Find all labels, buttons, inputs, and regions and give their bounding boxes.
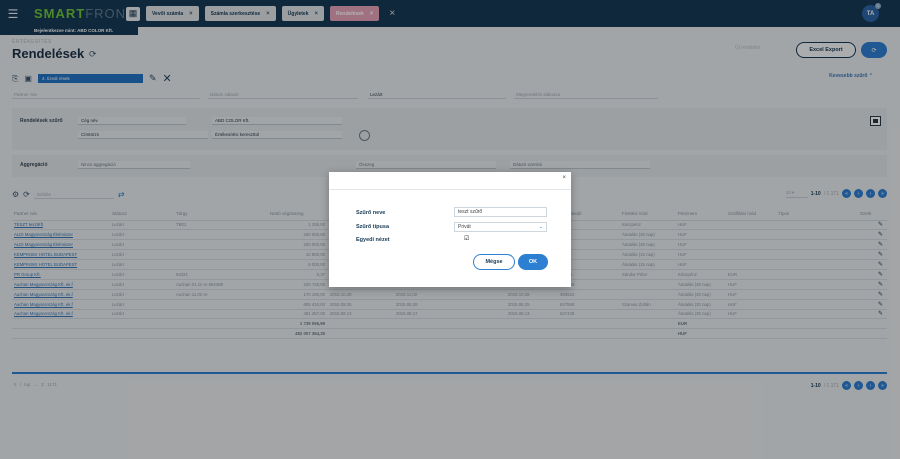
close-icon[interactable]: ×: [562, 175, 566, 181]
ok-button[interactable]: OK: [518, 254, 548, 270]
chevron-down-icon: ⌄: [538, 224, 543, 230]
filter-type-value: Privát: [458, 224, 471, 230]
filter-name-label: Szűrő neve: [356, 210, 386, 216]
filter-type-label: Szűrő típusa: [356, 224, 390, 230]
custom-view-label: Egyedi nézet: [356, 237, 390, 243]
dialog-divider: [329, 189, 571, 190]
cancel-button[interactable]: Mégse: [473, 254, 515, 270]
filter-type-select[interactable]: Privát ⌄: [454, 222, 547, 232]
filter-name-input[interactable]: teszt szűrő: [454, 207, 547, 217]
custom-view-checkbox[interactable]: ☑: [464, 235, 469, 242]
save-filter-dialog: × Szűrő neve teszt szűrő Szűrő típusa Pr…: [329, 172, 571, 287]
